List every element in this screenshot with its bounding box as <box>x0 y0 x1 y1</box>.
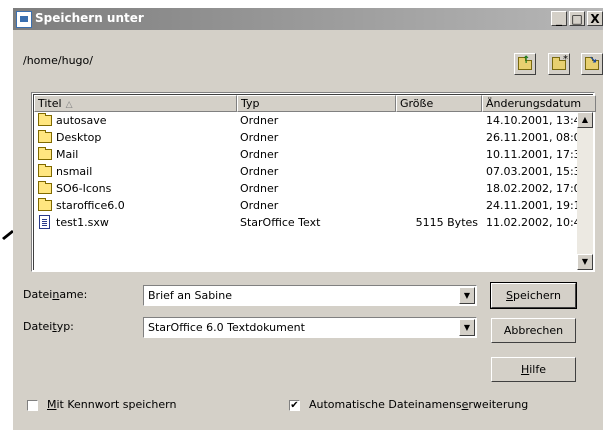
mouse-pointer-icon <box>2 230 14 240</box>
app-icon <box>16 11 32 28</box>
save-button[interactable]: Speichern <box>490 282 577 309</box>
maximize-button[interactable]: □ <box>569 11 585 26</box>
folder-icon <box>38 181 52 194</box>
current-path: /home/hugo/ <box>23 54 93 67</box>
file-name: Desktop <box>56 131 102 144</box>
file-modified: 07.03.2001, 15:31 <box>486 165 588 178</box>
filetype-combobox[interactable]: StarOffice 6.0 Textdokument ▼ <box>143 317 477 338</box>
vertical-scrollbar[interactable]: ▲ ▼ <box>577 112 593 270</box>
file-row[interactable]: autosave Ordner 14.10.2001, 13:48 <box>34 112 588 129</box>
cancel-button[interactable]: Abbrechen <box>491 318 576 343</box>
file-modified: 11.02.2002, 10:40 <box>486 216 588 229</box>
filetype-label: Dateityp: <box>23 320 74 333</box>
folder-icon <box>38 130 52 143</box>
filename-dropdown-button[interactable]: ▼ <box>459 287 475 304</box>
save-as-dialog: Speichern unter _ □ X /home/hugo/ ↑ * ↘ … <box>13 8 603 430</box>
filename-label: Dateiname: <box>23 288 88 301</box>
window-title: Speichern unter <box>35 11 144 25</box>
default-directory-button[interactable]: ↘ <box>581 53 603 75</box>
file-row[interactable]: Desktop Ordner 26.11.2001, 08:02 <box>34 129 588 146</box>
file-row[interactable]: staroffice6.0 Ordner 24.11.2001, 19:16 <box>34 197 588 214</box>
file-modified: 14.10.2001, 13:48 <box>486 114 588 127</box>
file-type: Ordner <box>240 199 279 212</box>
file-name: test1.sxw <box>56 216 109 229</box>
sort-ascending-icon: △ <box>65 100 73 110</box>
check-icon: ✔ <box>290 400 299 411</box>
file-name: staroffice6.0 <box>56 199 125 212</box>
column-header-size[interactable]: Größe <box>396 95 482 112</box>
file-name: autosave <box>56 114 107 127</box>
minimize-button[interactable]: _ <box>551 11 567 26</box>
help-button[interactable]: Hilfe <box>491 357 576 382</box>
password-checkbox-label[interactable]: Mit Kennwort speichern <box>47 398 176 411</box>
file-modified: 10.11.2001, 17:36 <box>486 148 588 161</box>
file-type: Ordner <box>240 182 279 195</box>
scroll-up-button[interactable]: ▲ <box>577 112 593 128</box>
title-bar[interactable]: Speichern unter _ □ X <box>13 8 603 30</box>
filename-combobox[interactable]: Brief an Sabine ▼ <box>143 285 477 306</box>
auto-extension-checkbox[interactable]: ✔ <box>289 400 300 411</box>
file-row[interactable]: test1.sxw StarOffice Text 11.02.2002, 10:4… <box>34 214 588 231</box>
file-modified: 26.11.2001, 08:02 <box>486 131 588 144</box>
file-type: Ordner <box>240 114 279 127</box>
folder-icon <box>38 198 52 211</box>
file-type: Ordner <box>240 165 279 178</box>
file-list[interactable]: Titel △ Typ Größe Änderungsdatum autosave… <box>31 92 596 272</box>
file-name: SO6-Icons <box>56 182 112 195</box>
column-header-type[interactable]: Typ <box>237 95 396 112</box>
folder-icon <box>38 164 52 177</box>
file-row[interactable]: nsmail Ordner 07.03.2001, 15:31 <box>34 163 588 180</box>
filename-value: Brief an Sabine <box>148 289 232 302</box>
password-checkbox[interactable] <box>27 400 38 411</box>
scroll-down-button[interactable]: ▼ <box>577 254 593 270</box>
file-name: Mail <box>56 148 79 161</box>
close-button[interactable]: X <box>587 11 603 26</box>
document-icon <box>39 215 50 229</box>
file-row[interactable]: SO6-Icons Ordner 18.02.2002, 17:01 <box>34 180 588 197</box>
filetype-dropdown-button[interactable]: ▼ <box>459 319 475 336</box>
file-name: nsmail <box>56 165 93 178</box>
file-type: Ordner <box>240 148 279 161</box>
file-row[interactable]: Mail Ordner 10.11.2001, 17:36 <box>34 146 588 163</box>
file-type: Ordner <box>240 131 279 144</box>
folder-icon <box>38 113 52 126</box>
folder-up-button[interactable]: ↑ <box>514 53 536 75</box>
filetype-value: StarOffice 6.0 Textdokument <box>148 321 305 334</box>
auto-extension-checkbox-label[interactable]: Automatische Dateinamenserweiterung <box>309 398 528 411</box>
new-folder-button[interactable]: * <box>548 53 570 75</box>
folder-icon <box>38 147 52 160</box>
file-modified: 18.02.2002, 17:01 <box>486 182 588 195</box>
file-type: StarOffice Text <box>240 216 321 229</box>
file-modified: 24.11.2001, 19:16 <box>486 199 588 212</box>
column-header-title[interactable]: Titel △ <box>34 95 237 112</box>
file-size: 5115 Bytes <box>415 216 478 229</box>
column-header-modified[interactable]: Änderungsdatum <box>482 95 596 112</box>
